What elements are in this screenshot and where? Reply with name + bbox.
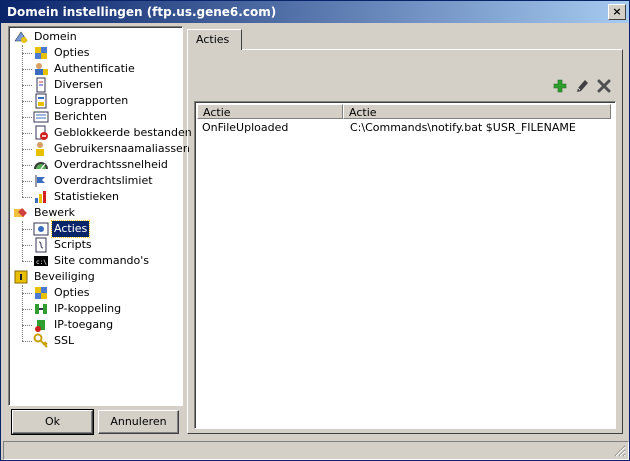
- security-icon: [14, 270, 28, 284]
- dialog-window: Domein instellingen (ftp.us.gene6.com) ×…: [0, 0, 630, 461]
- site-commands-icon: c:\: [34, 256, 48, 266]
- authentication-icon: [35, 63, 48, 75]
- tree-item-label: Acties: [50, 220, 91, 238]
- tree-connector-line: [22, 149, 32, 150]
- tree-item-label: SSL: [54, 334, 75, 347]
- tree-item-label: Site commando's: [54, 254, 150, 267]
- options-icon: [35, 47, 47, 59]
- tree-item-label: IP-toegang: [54, 318, 114, 331]
- table-cell-event[interactable]: OnFileUploaded: [202, 120, 288, 136]
- tree-item-label: Domein: [34, 30, 77, 43]
- messages-icon: [33, 111, 49, 123]
- misc-icon: [36, 77, 46, 93]
- window-title: Domein instellingen (ftp.us.gene6.com): [7, 5, 277, 19]
- tree-connector-line: [22, 117, 32, 118]
- column-header-action[interactable]: Actie: [343, 104, 611, 119]
- user-aliases-icon: [36, 142, 44, 156]
- transfer-limit-icon: [35, 175, 45, 187]
- ip-binding-icon: [35, 304, 47, 314]
- tree-connector-line: [22, 165, 32, 166]
- statistics-icon: [35, 191, 46, 203]
- svg-text:c:\: c:\: [36, 259, 47, 266]
- tree-connector-line: [22, 133, 32, 134]
- tree-item-label: Statistieken: [54, 190, 119, 203]
- tree-item-label: Diversen: [54, 78, 103, 91]
- x-icon[interactable]: [596, 78, 612, 94]
- column-header-event[interactable]: Actie: [197, 104, 343, 119]
- tab-panel: Actie Actie OnFileUploaded C:\Commands\n…: [187, 49, 623, 434]
- ok-button[interactable]: Ok: [11, 409, 94, 435]
- tree-item-label: Opties: [54, 286, 90, 299]
- tree-connector-line: [22, 229, 32, 230]
- tree-connector-line: [22, 101, 32, 102]
- status-bar: [3, 441, 629, 460]
- tab-acties[interactable]: Acties: [187, 29, 242, 50]
- tree-item-label: Scripts: [54, 238, 92, 251]
- tree-connector-line: [22, 245, 32, 246]
- tree-connector-line: [22, 69, 32, 70]
- tree-connector-line: [22, 221, 23, 261]
- cancel-button[interactable]: Annuleren: [98, 410, 179, 434]
- tree-item-label: Authentificatie: [54, 62, 135, 75]
- tree-item-label: Bewerk: [34, 206, 75, 219]
- tree-item-label: Beveiliging: [34, 270, 95, 283]
- tree-connector-line: [22, 325, 32, 326]
- close-button[interactable]: ×: [608, 4, 626, 20]
- options-icon: [35, 287, 47, 299]
- tree-connector-line: [22, 293, 32, 294]
- actions-icon: [33, 222, 49, 236]
- settings-tree: Domein Opties Authentificatie Diversen Logra…: [8, 26, 192, 406]
- tree-connector-line: [22, 261, 32, 262]
- tree-item-label: Overdrachtslimiet: [54, 174, 153, 187]
- log-reports-icon: [35, 93, 47, 109]
- ssl-key-icon: [33, 333, 48, 348]
- table-cell-action[interactable]: C:\Commands\notify.bat $USR_FILENAME: [350, 120, 576, 136]
- plus-icon[interactable]: [552, 78, 568, 94]
- actions-list[interactable]: Actie Actie OnFileUploaded C:\Commands\n…: [194, 101, 616, 429]
- ip-access-icon: [35, 320, 45, 332]
- scripts-icon: [35, 237, 47, 253]
- tree-item-label: Berichten: [54, 110, 107, 123]
- tree-item-label: Opties: [54, 46, 90, 59]
- domain-icon: [14, 31, 28, 43]
- tree-connector-line: [22, 181, 32, 182]
- tab-container: Acties Actie Actie OnFileUploaded C:\Com…: [187, 26, 623, 434]
- edit-icon: [14, 208, 27, 217]
- tree-connector-line: [22, 53, 32, 54]
- tree-connector-line: [22, 45, 23, 197]
- tree-item-label: Overdrachtssnelheid: [54, 158, 168, 171]
- tree-connector-line: [22, 341, 32, 342]
- tree-item-label: Lograpporten: [54, 94, 129, 107]
- tree-connector-line: [22, 85, 32, 86]
- tree-item-label: Geblokkeerde bestanden: [54, 126, 192, 139]
- transfer-speed-icon: [34, 162, 48, 170]
- tree-connector-line: [22, 285, 23, 341]
- tree-item-label: IP-koppeling: [54, 302, 122, 315]
- resize-grip-icon[interactable]: [614, 445, 626, 457]
- blocked-files-icon: [35, 125, 48, 140]
- tree-connector-line: [22, 197, 32, 198]
- pencil-icon[interactable]: [574, 78, 590, 94]
- title-bar[interactable]: Domein instellingen (ftp.us.gene6.com) ×: [1, 1, 629, 23]
- tree-item-label: Gebruikersnaamaliassen: [54, 142, 190, 155]
- tree-connector-line: [22, 309, 32, 310]
